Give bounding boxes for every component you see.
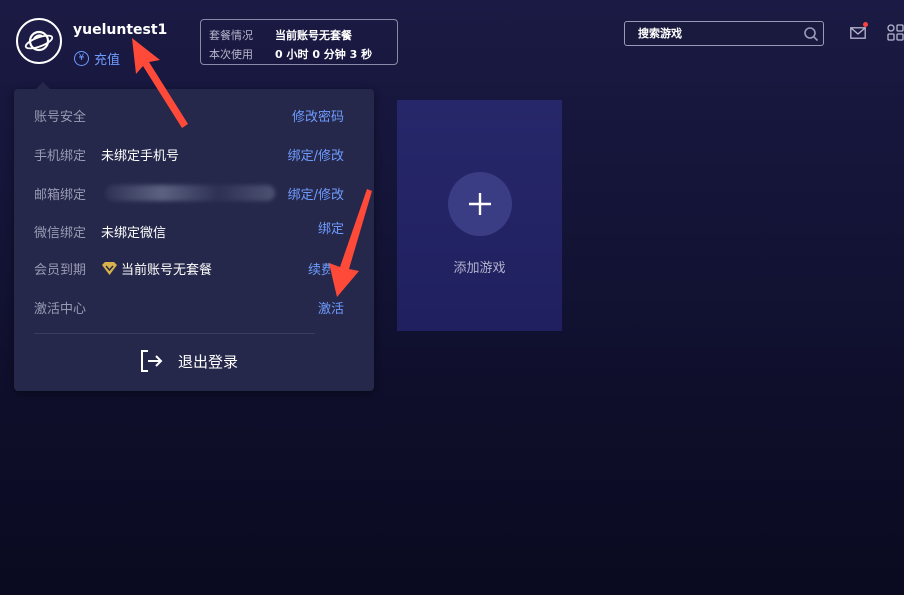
menu-row-phone: 手机绑定 未绑定手机号 绑定/修改 (34, 144, 346, 164)
vip-diamond-icon (102, 261, 117, 275)
notification-dot (863, 22, 868, 27)
menu-row-email: 邮箱绑定 绑定/修改 (34, 183, 346, 203)
planet-logo-icon (24, 30, 54, 52)
phone-value: 未绑定手机号 (101, 148, 180, 164)
bind-phone-link[interactable]: 绑定/修改 (288, 145, 344, 164)
menu-label: 会员到期 (34, 262, 87, 278)
plan-usage-value: 0 小时 0 分钟 3 秒 (275, 47, 373, 61)
plan-usage-label: 本次使用 (209, 47, 253, 61)
menu-row-activation: 激活中心 激活 (34, 297, 346, 317)
dropdown-caret (36, 82, 50, 89)
yen-icon: ¥ (74, 51, 89, 66)
apps-grid-icon[interactable] (887, 24, 904, 45)
plan-status-value: 当前账号无套餐 (275, 28, 352, 42)
menu-divider (34, 333, 315, 334)
annotation-arrow-activate (329, 189, 372, 297)
mail-icon[interactable] (850, 22, 868, 43)
search-icon[interactable] (799, 26, 823, 42)
avatar[interactable] (16, 18, 62, 64)
menu-row-wechat: 微信绑定 未绑定微信 绑定 (34, 221, 346, 241)
add-game-button[interactable] (448, 172, 512, 236)
plan-status-label: 套餐情况 (209, 28, 253, 42)
blurred-email (105, 185, 275, 201)
logout-label: 退出登录 (178, 352, 239, 371)
menu-label: 手机绑定 (34, 148, 87, 164)
menu-label: 激活中心 (34, 301, 87, 317)
plus-icon (469, 193, 491, 215)
change-password-link[interactable]: 修改密码 (292, 106, 344, 125)
menu-label: 微信绑定 (34, 225, 87, 241)
menu-row-membership: 会员到期 当前账号无套餐 续费 (34, 258, 346, 278)
plan-info-box: 套餐情况 当前账号无套餐 本次使用 0 小时 0 分钟 3 秒 (200, 19, 398, 65)
recharge-button[interactable]: ¥ 充值 (74, 49, 120, 68)
logout-button[interactable]: 退出登录 (140, 349, 238, 373)
activate-link[interactable]: 激活 (318, 298, 344, 317)
membership-text: 当前账号无套餐 (121, 262, 213, 278)
add-game-card[interactable]: 添加游戏 (397, 100, 562, 331)
annotation-arrow-username (132, 38, 188, 128)
logout-icon (141, 350, 163, 372)
menu-label: 账号安全 (34, 109, 87, 125)
add-game-label: 添加游戏 (453, 261, 506, 276)
wechat-value: 未绑定微信 (101, 225, 167, 241)
menu-label: 邮箱绑定 (34, 187, 87, 203)
search-input[interactable] (625, 26, 799, 41)
search-box (624, 21, 824, 46)
recharge-label: 充值 (94, 53, 121, 68)
membership-value: 当前账号无套餐 (101, 259, 212, 278)
